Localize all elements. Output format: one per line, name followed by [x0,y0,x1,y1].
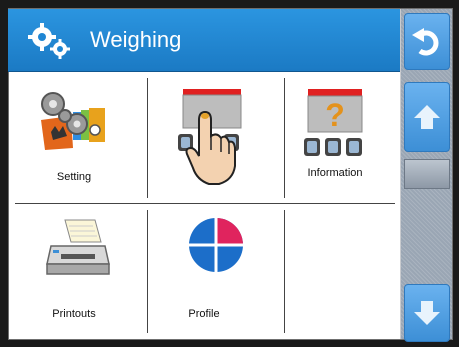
menu-item-empty [270,206,400,339]
profile-icon [189,218,243,272]
menu-grid: Setting ? Information Printouts Profile [9,72,400,339]
menu-item-setting[interactable]: Setting [9,72,139,205]
menu-item-label: Setting [56,171,92,183]
menu-item-information[interactable]: ? Information [270,72,400,205]
page-title: Weighing [90,27,182,52]
menu-item-label: Printouts [52,308,96,320]
menu-item-keypad[interactable] [139,72,269,205]
menu-item-printouts[interactable]: Printouts [9,206,139,339]
scroll-track[interactable] [404,159,450,189]
back-button[interactable] [404,13,450,70]
scroll-up-icon [414,105,440,129]
scroll-up-button[interactable] [404,82,450,152]
keypad-press-icon [178,89,242,185]
settings-gears-icon [41,92,105,150]
menu-item-profile[interactable]: Profile [139,206,269,339]
printer-icon [46,219,110,275]
menu-item-label: Profile [188,308,220,320]
information-icon: ? [304,89,363,156]
undo-arrow-icon [412,27,439,55]
scroll-down-icon [414,301,440,325]
svg-text:?: ? [325,97,345,133]
gears-icon [28,23,70,59]
side-panel [401,9,452,342]
header-bar: Weighing [8,9,400,72]
menu-item-label: Information [307,167,363,179]
scroll-down-button[interactable] [404,284,450,342]
